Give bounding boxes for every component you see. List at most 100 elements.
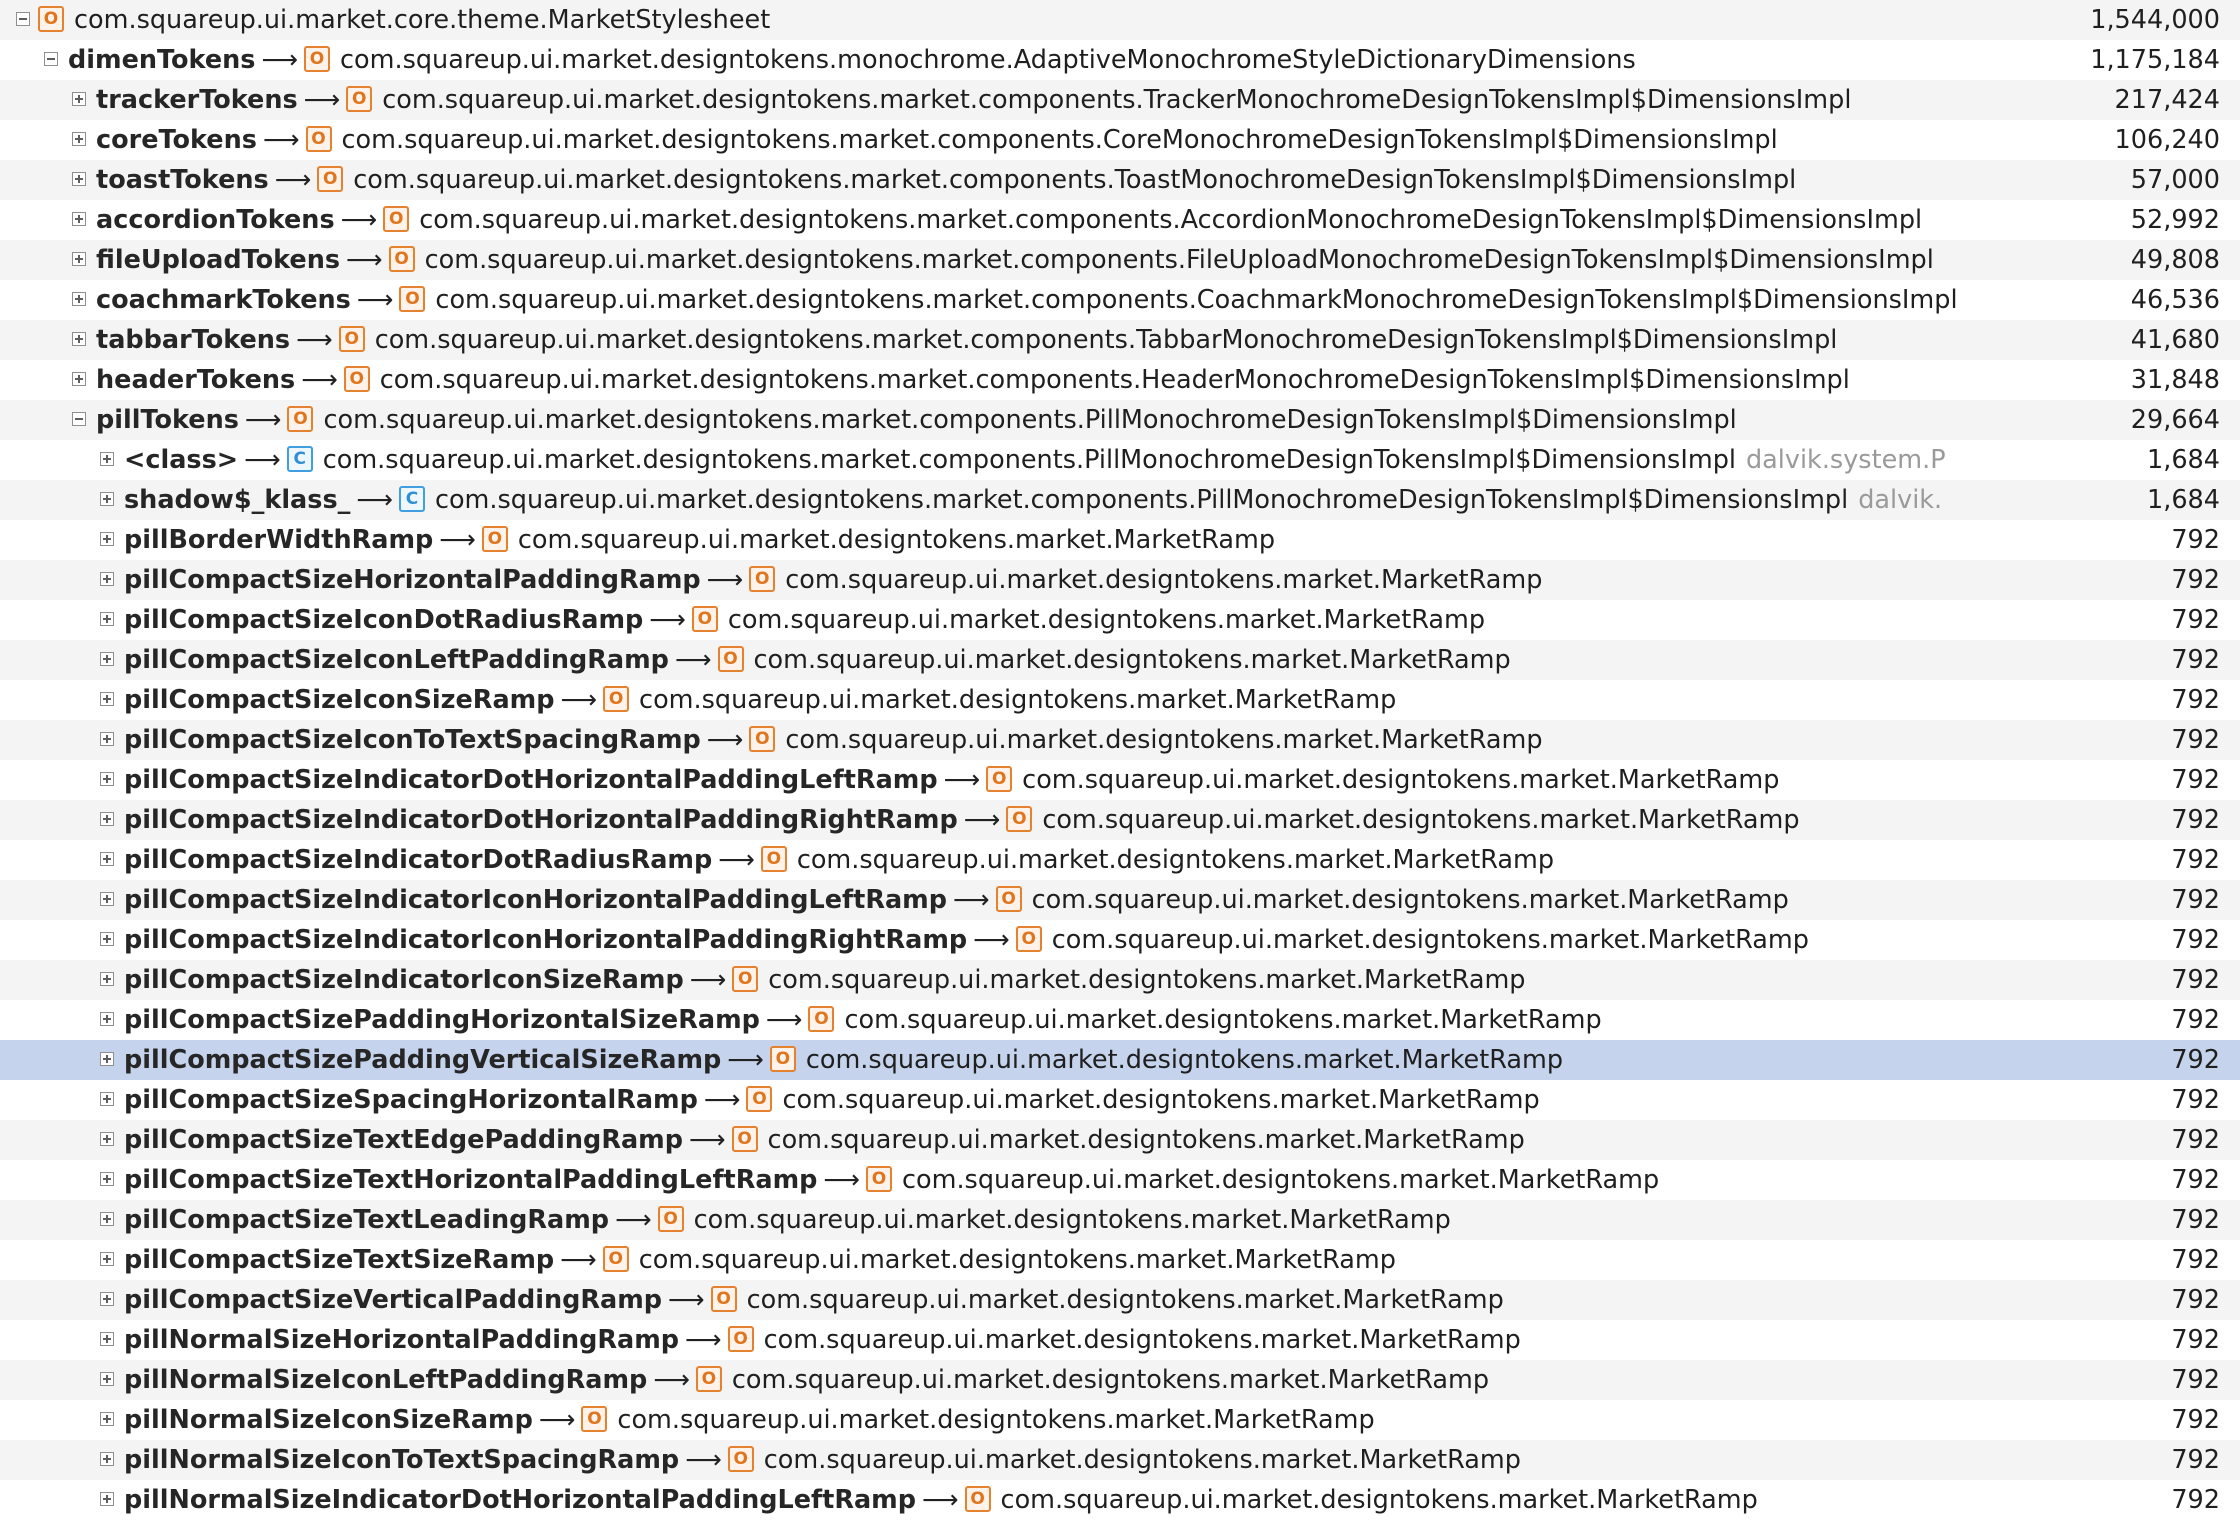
- tree-row[interactable]: accordionTokens ⟶ Ocom.squareup.ui.market.…: [0, 200, 2240, 240]
- tree-row[interactable]: pillCompactSizeIconDotRadiusRamp ⟶ Ocom.sq…: [0, 600, 2240, 640]
- expand-icon[interactable]: [72, 212, 86, 226]
- expand-icon[interactable]: [72, 292, 86, 306]
- expand-icon[interactable]: [100, 772, 114, 786]
- tree-row[interactable]: pillCompactSizeIndicatorIconHorizontalPa…: [0, 920, 2240, 960]
- expand-icon[interactable]: [100, 452, 114, 466]
- row-label-area: shadow$_klass_ ⟶ Ccom.squareup.ui.market.d…: [0, 480, 1992, 520]
- tree-row[interactable]: pillCompactSizeTextLeadingRamp ⟶ Ocom.squa…: [0, 1200, 2240, 1240]
- tree-row[interactable]: trackerTokens ⟶ Ocom.squareup.ui.market.de…: [0, 80, 2240, 120]
- tree-row[interactable]: pillCompactSizeTextSizeRamp ⟶ Ocom.squareu…: [0, 1240, 2240, 1280]
- tree-row[interactable]: pillCompactSizeIconLeftPaddingRamp ⟶ Ocom.…: [0, 640, 2240, 680]
- tree-row[interactable]: pillCompactSizeIndicatorIconSizeRamp ⟶ Oco…: [0, 960, 2240, 1000]
- expand-icon[interactable]: [100, 1412, 114, 1426]
- field-name: tabbarTokens: [96, 325, 291, 355]
- expand-icon[interactable]: [100, 1172, 114, 1186]
- collapse-icon[interactable]: [44, 52, 58, 66]
- field-name: pillNormalSizeIconLeftPaddingRamp: [124, 1365, 648, 1395]
- heap-name: dalvik.: [1858, 485, 1943, 515]
- field-name: pillCompactSizeIndicatorIconHorizontalPa…: [124, 925, 968, 955]
- tree-row[interactable]: fileUploadTokens ⟶ Ocom.squareup.ui.market…: [0, 240, 2240, 280]
- expand-icon[interactable]: [100, 1452, 114, 1466]
- tree-row[interactable]: pillCompactSizePaddingHorizontalSizeRamp…: [0, 1000, 2240, 1040]
- tree-row[interactable]: pillBorderWidthRamp ⟶ Ocom.squareup.ui.mar…: [0, 520, 2240, 560]
- tree-row[interactable]: pillNormalSizeHorizontalPaddingRamp ⟶ Ocom…: [0, 1320, 2240, 1360]
- tree-row[interactable]: pillCompactSizeTextHorizontalPaddingLeft…: [0, 1160, 2240, 1200]
- tree-row[interactable]: pillCompactSizeSpacingHorizontalRamp ⟶ Oco…: [0, 1080, 2240, 1120]
- row-label-area: pillCompactSizePaddingHorizontalSizeRamp…: [0, 1000, 1992, 1040]
- tree-row-selected[interactable]: pillCompactSizePaddingVerticalSizeRamp ⟶ O…: [0, 1040, 2240, 1080]
- row-content: pillNormalSizeHorizontalPaddingRamp ⟶ Ocom…: [124, 1320, 1521, 1360]
- expand-icon[interactable]: [72, 252, 86, 266]
- tree-row[interactable]: pillNormalSizeIconLeftPaddingRamp ⟶ Ocom.s…: [0, 1360, 2240, 1400]
- expand-icon[interactable]: [72, 172, 86, 186]
- tree-row[interactable]: pillNormalSizeIconToTextSpacingRamp ⟶ Ocom…: [0, 1440, 2240, 1480]
- expand-icon[interactable]: [100, 972, 114, 986]
- tree-row[interactable]: pillNormalSizeIndicatorDotHorizontalPadd…: [0, 1480, 2240, 1520]
- expand-icon[interactable]: [100, 1212, 114, 1226]
- expand-icon[interactable]: [100, 932, 114, 946]
- tree-row[interactable]: tabbarTokens ⟶ Ocom.squareup.ui.market.des…: [0, 320, 2240, 360]
- collapse-icon[interactable]: [16, 12, 30, 26]
- tree-row[interactable]: pillCompactSizeHorizontalPaddingRamp ⟶ Oco…: [0, 560, 2240, 600]
- expand-icon[interactable]: [100, 1052, 114, 1066]
- expand-icon[interactable]: [100, 652, 114, 666]
- expand-icon[interactable]: [100, 732, 114, 746]
- expand-icon[interactable]: [100, 532, 114, 546]
- row-content: pillCompactSizeIndicatorDotHorizontalPad…: [124, 760, 1779, 800]
- tree-row[interactable]: coreTokens ⟶ Ocom.squareup.ui.market.desig…: [0, 120, 2240, 160]
- tree-row[interactable]: pillCompactSizeTextEdgePaddingRamp ⟶ Ocom.…: [0, 1120, 2240, 1160]
- reference-arrow-icon: ⟶: [560, 685, 598, 715]
- expand-icon[interactable]: [72, 132, 86, 146]
- field-name: pillCompactSizeIconSizeRamp: [124, 685, 555, 715]
- type-name: com.squareup.ui.market.designtokens.mark…: [727, 605, 1486, 635]
- expand-icon[interactable]: [100, 572, 114, 586]
- tree-row[interactable]: pillCompactSizeIndicatorDotRadiusRamp ⟶ Oc…: [0, 840, 2240, 880]
- tree-row[interactable]: pillCompactSizeIndicatorDotHorizontalPad…: [0, 760, 2240, 800]
- type-name: com.squareup.ui.market.designtokens.mark…: [638, 1245, 1396, 1275]
- expand-icon[interactable]: [100, 492, 114, 506]
- row-label-area: trackerTokens ⟶ Ocom.squareup.ui.market.de…: [0, 80, 1992, 120]
- expand-icon[interactable]: [100, 1372, 114, 1386]
- expand-icon[interactable]: [72, 92, 86, 106]
- expand-icon[interactable]: [100, 812, 114, 826]
- reference-arrow-icon: ⟶: [685, 1445, 722, 1475]
- expand-icon[interactable]: [100, 692, 114, 706]
- object-instance-icon: O: [399, 286, 426, 312]
- tree-row[interactable]: pillCompactSizeIconToTextSpacingRamp ⟶ Oco…: [0, 720, 2240, 760]
- tree-row[interactable]: pillTokens ⟶ Ocom.squareup.ui.market.desig…: [0, 400, 2240, 440]
- field-name: dimenTokens: [68, 45, 256, 75]
- row-label-area: tabbarTokens ⟶ Ocom.squareup.ui.market.des…: [0, 320, 1992, 360]
- tree-row[interactable]: Ocom.squareup.ui.market.core.theme.Marke…: [0, 0, 2240, 40]
- tree-row[interactable]: <class> ⟶ Ccom.squareup.ui.market.designto…: [0, 440, 2240, 480]
- tree-row[interactable]: toastTokens ⟶ Ocom.squareup.ui.market.desi…: [0, 160, 2240, 200]
- object-instance-icon: O: [760, 846, 787, 872]
- expand-icon[interactable]: [100, 1292, 114, 1306]
- reference-arrow-icon: ⟶: [963, 805, 1001, 835]
- row-label-area: pillNormalSizeIconSizeRamp ⟶ Ocom.squareup…: [0, 1400, 1992, 1440]
- expand-icon[interactable]: [100, 1012, 114, 1026]
- expand-icon[interactable]: [72, 372, 86, 386]
- row-content: pillCompactSizeIconLeftPaddingRamp ⟶ Ocom.…: [124, 640, 1511, 680]
- heap-object-tree[interactable]: Ocom.squareup.ui.market.core.theme.Marke…: [0, 0, 2240, 1528]
- tree-row[interactable]: pillNormalSizeIconSizeRamp ⟶ Ocom.squareup…: [0, 1400, 2240, 1440]
- tree-row[interactable]: dimenTokens ⟶ Ocom.squareup.ui.market.desi…: [0, 40, 2240, 80]
- expand-icon[interactable]: [100, 1132, 114, 1146]
- tree-row[interactable]: pillCompactSizeIconSizeRamp ⟶ Ocom.squareu…: [0, 680, 2240, 720]
- tree-row[interactable]: coachmarkTokens ⟶ Ocom.squareup.ui.market.…: [0, 280, 2240, 320]
- expand-icon[interactable]: [100, 1492, 114, 1506]
- tree-row[interactable]: pillCompactSizeIndicatorIconHorizontalPa…: [0, 880, 2240, 920]
- tree-row[interactable]: pillCompactSizeVerticalPaddingRamp ⟶ Ocom.…: [0, 1280, 2240, 1320]
- expand-icon[interactable]: [100, 1092, 114, 1106]
- row-label-area: accordionTokens ⟶ Ocom.squareup.ui.market.…: [0, 200, 1992, 240]
- expand-icon[interactable]: [100, 1252, 114, 1266]
- collapse-icon[interactable]: [72, 412, 86, 426]
- expand-icon[interactable]: [100, 612, 114, 626]
- row-label-area: pillCompactSizeSpacingHorizontalRamp ⟶ Oco…: [0, 1080, 1992, 1120]
- expand-icon[interactable]: [72, 332, 86, 346]
- expand-icon[interactable]: [100, 1332, 114, 1346]
- expand-icon[interactable]: [100, 892, 114, 906]
- tree-row[interactable]: pillCompactSizeIndicatorDotHorizontalPad…: [0, 800, 2240, 840]
- tree-row[interactable]: shadow$_klass_ ⟶ Ccom.squareup.ui.market.d…: [0, 480, 2240, 520]
- expand-icon[interactable]: [100, 852, 114, 866]
- tree-row[interactable]: headerTokens ⟶ Ocom.squareup.ui.market.des…: [0, 360, 2240, 400]
